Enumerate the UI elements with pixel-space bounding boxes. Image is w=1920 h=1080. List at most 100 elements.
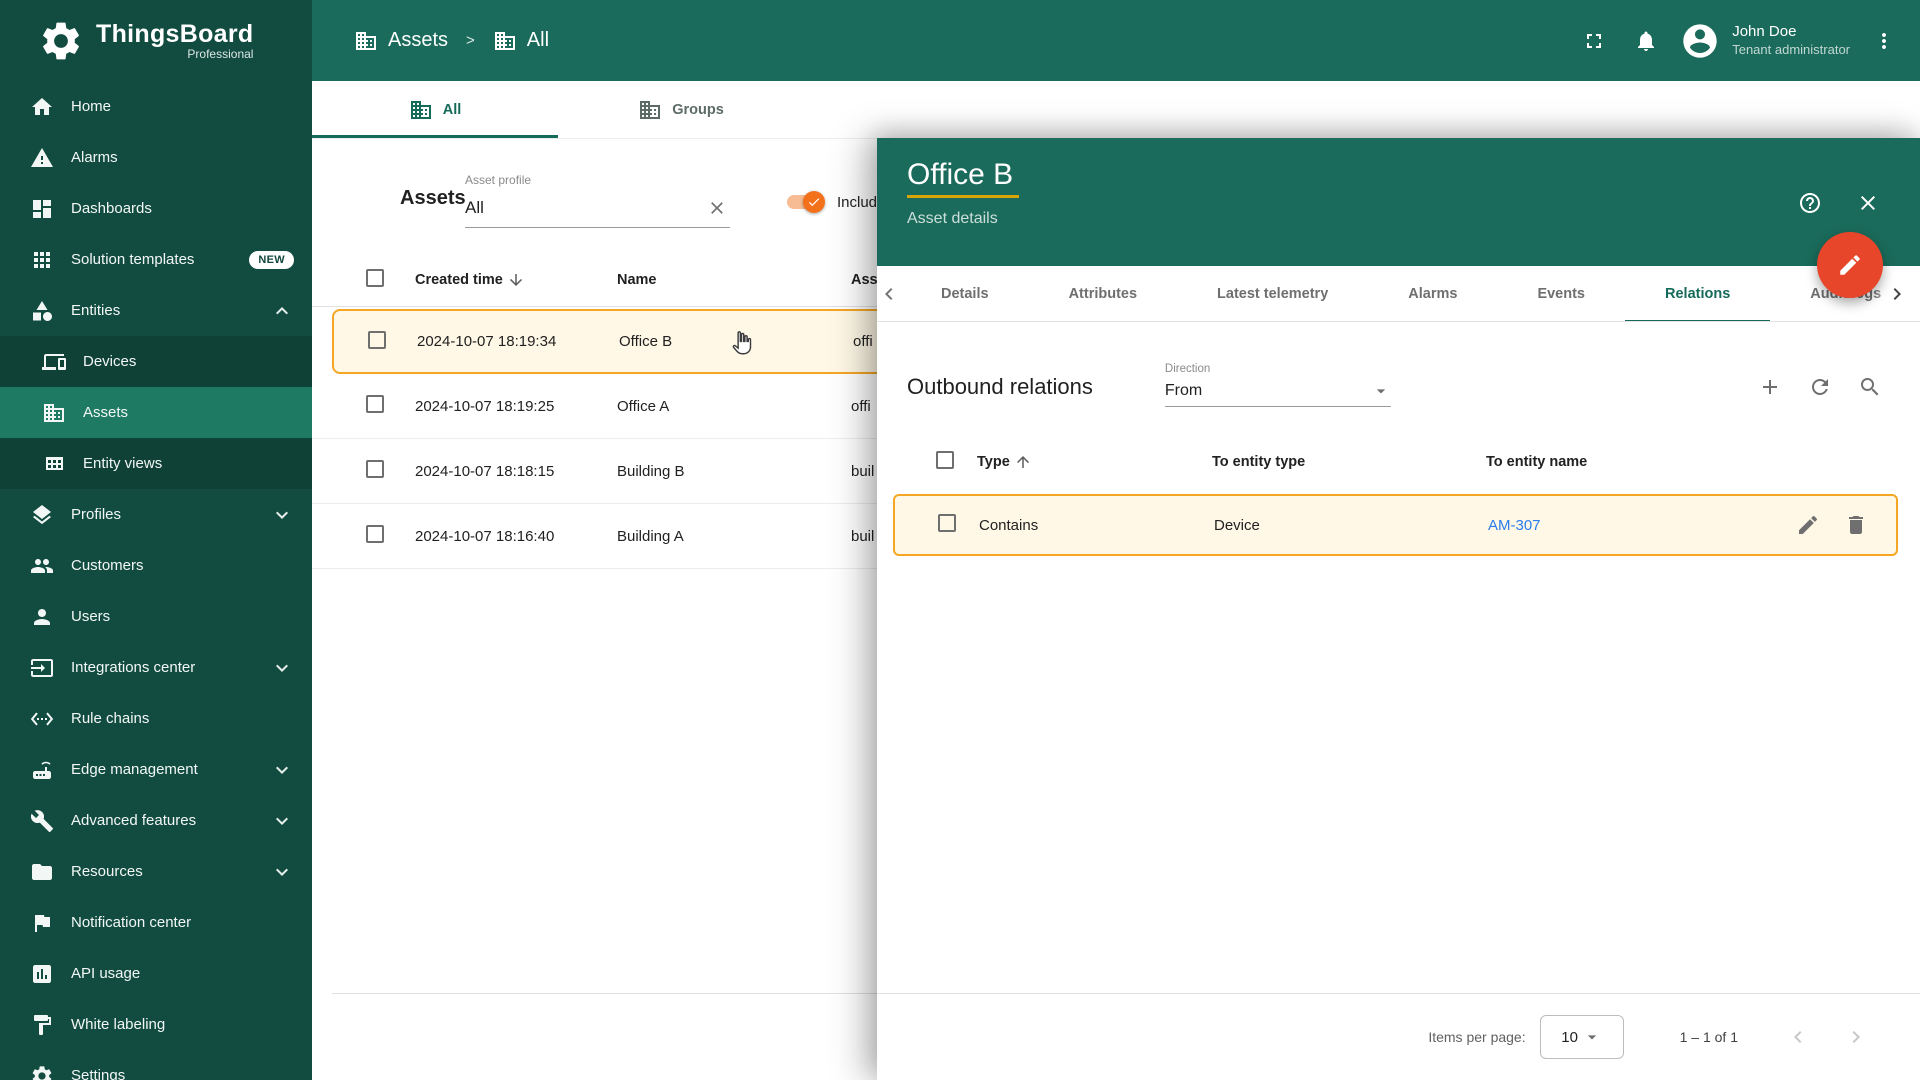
- sidebar-item-entity-views[interactable]: Entity views: [0, 438, 312, 489]
- sidebar-item-label: Entities: [71, 302, 121, 319]
- sidebar-item-label: Advanced features: [71, 812, 197, 829]
- tabs-scroll-left-button[interactable]: [877, 266, 901, 321]
- row-checkbox[interactable]: [368, 330, 386, 349]
- user-name: John Doe: [1732, 23, 1797, 41]
- edit-relation-button[interactable]: [1788, 505, 1828, 545]
- name-cell: Office A: [617, 397, 670, 415]
- created-time-header-label: Created time: [415, 271, 503, 288]
- settings-icon: [30, 1064, 54, 1080]
- panel-tab-details[interactable]: Details: [901, 266, 1029, 321]
- chart-icon: [30, 962, 54, 986]
- more-menu-button[interactable]: [1862, 19, 1906, 63]
- sidebar-item-dashboards[interactable]: Dashboards: [0, 183, 312, 234]
- panel-tab-latest-telemetry[interactable]: Latest telemetry: [1177, 266, 1368, 321]
- sidebar-item-edge-management[interactable]: Edge management: [0, 744, 312, 795]
- groups-tab-icon: [638, 98, 662, 122]
- panel-tab-relations[interactable]: Relations: [1625, 266, 1770, 321]
- chevron-right-icon: [1844, 1025, 1868, 1049]
- name-cell: Building A: [617, 527, 684, 545]
- next-page-button[interactable]: [1836, 1017, 1876, 1057]
- refresh-button[interactable]: [1800, 367, 1840, 407]
- notifications-button[interactable]: [1624, 19, 1668, 63]
- sidebar-item-home[interactable]: Home: [0, 81, 312, 132]
- row-checkbox[interactable]: [366, 525, 384, 543]
- sidebar-item-resources[interactable]: Resources: [0, 846, 312, 897]
- column-created-time[interactable]: Created time: [415, 271, 617, 289]
- sidebar-item-label: Assets: [83, 404, 129, 421]
- app-logo[interactable]: ThingsBoard Professional: [0, 0, 312, 81]
- sidebar-item-integrations-center[interactable]: Integrations center: [0, 642, 312, 693]
- user-menu[interactable]: John Doe Tenant administrator: [1680, 21, 1850, 61]
- sort-desc-icon: [507, 271, 525, 289]
- avatar-icon: [1680, 21, 1720, 61]
- created-time-cell: 2024-10-07 18:18:15: [415, 462, 555, 480]
- direction-select[interactable]: Direction From: [1164, 363, 1391, 407]
- chevron-left-icon: [1786, 1025, 1810, 1049]
- tab-groups[interactable]: Groups: [558, 81, 804, 138]
- sidebar-item-label: Customers: [71, 557, 144, 574]
- select-all-checkbox[interactable]: [936, 451, 954, 469]
- sidebar-item-advanced-features[interactable]: Advanced features: [0, 795, 312, 846]
- edit-fab[interactable]: [1817, 232, 1883, 298]
- more-vert-icon: [1872, 29, 1896, 53]
- asset-profile-filter[interactable]: Asset profile All: [465, 173, 730, 228]
- panel-tab-alarms[interactable]: Alarms: [1368, 266, 1497, 321]
- previous-page-button[interactable]: [1778, 1017, 1818, 1057]
- relation-type-cell: Contains: [979, 516, 1039, 534]
- fullscreen-button[interactable]: [1572, 19, 1616, 63]
- column-to-entity-type[interactable]: To entity type: [1212, 454, 1486, 470]
- to-entity-name-link[interactable]: AM-307: [1488, 517, 1788, 534]
- sidebar-item-assets[interactable]: Assets: [0, 387, 312, 438]
- clear-filter-button[interactable]: [704, 195, 730, 221]
- add-relation-button[interactable]: [1750, 367, 1790, 407]
- column-to-entity-name[interactable]: To entity name: [1486, 454, 1812, 470]
- include-toggle[interactable]: Includ: [785, 191, 877, 213]
- close-panel-button[interactable]: [1848, 183, 1888, 223]
- select-all-checkbox[interactable]: [366, 268, 384, 287]
- delete-relation-button[interactable]: [1836, 505, 1876, 545]
- sidebar-item-settings[interactable]: Settings: [0, 1050, 312, 1080]
- sidebar-item-white-labeling[interactable]: White labeling: [0, 999, 312, 1050]
- row-checkbox[interactable]: [366, 460, 384, 478]
- sidebar-item-rule-chains[interactable]: Rule chains: [0, 693, 312, 744]
- relation-row[interactable]: Contains Device AM-307: [893, 494, 1898, 556]
- sidebar-item-solution-templates[interactable]: Solution templates NEW: [0, 234, 312, 285]
- panel-tab-attributes[interactable]: Attributes: [1029, 266, 1177, 321]
- sidebar-item-customers[interactable]: Customers: [0, 540, 312, 591]
- row-checkbox[interactable]: [938, 514, 956, 532]
- sidebar: ThingsBoard Professional Home Alarms Dashb…: [0, 0, 312, 1080]
- column-type[interactable]: Type: [977, 453, 1212, 471]
- row-checkbox[interactable]: [366, 395, 384, 413]
- breadcrumb-separator: >: [466, 32, 475, 49]
- sort-asc-icon: [1014, 453, 1032, 471]
- items-per-page-value: 10: [1561, 1028, 1578, 1046]
- panel-subtitle: Asset details: [907, 210, 998, 227]
- breadcrumb-assets[interactable]: Assets: [388, 29, 448, 52]
- tab-all[interactable]: All: [312, 81, 558, 138]
- panel-tab-events[interactable]: Events: [1497, 266, 1625, 321]
- entity-tabbar: All Groups: [312, 81, 1920, 139]
- sidebar-item-profiles[interactable]: Profiles: [0, 489, 312, 540]
- refresh-icon: [1808, 375, 1832, 399]
- panel-pagination: Items per page: 10 1 – 1 of 1: [877, 993, 1920, 1080]
- all-tab-icon: [409, 98, 433, 122]
- chevron-up-icon: [270, 299, 294, 323]
- help-button[interactable]: [1790, 183, 1830, 223]
- items-per-page-select[interactable]: 10: [1539, 1015, 1624, 1059]
- sidebar-item-devices[interactable]: Devices: [0, 336, 312, 387]
- ethernet-icon: [30, 707, 54, 731]
- breadcrumb-all[interactable]: All: [527, 29, 549, 52]
- panel-title-underline: [907, 195, 1019, 198]
- sidebar-item-label: Solution templates: [71, 251, 195, 268]
- sidebar-item-users[interactable]: Users: [0, 591, 312, 642]
- trash-icon: [1844, 513, 1868, 537]
- sidebar-item-api-usage[interactable]: API usage: [0, 948, 312, 999]
- apps-icon: [30, 248, 54, 272]
- column-name[interactable]: Name: [617, 272, 851, 288]
- chevron-down-icon: [270, 758, 294, 782]
- search-button[interactable]: [1850, 367, 1890, 407]
- sidebar-item-entities[interactable]: Entities: [0, 285, 312, 336]
- sidebar-item-notification-center[interactable]: Notification center: [0, 897, 312, 948]
- sidebar-item-alarms[interactable]: Alarms: [0, 132, 312, 183]
- pencil-icon: [1796, 513, 1820, 537]
